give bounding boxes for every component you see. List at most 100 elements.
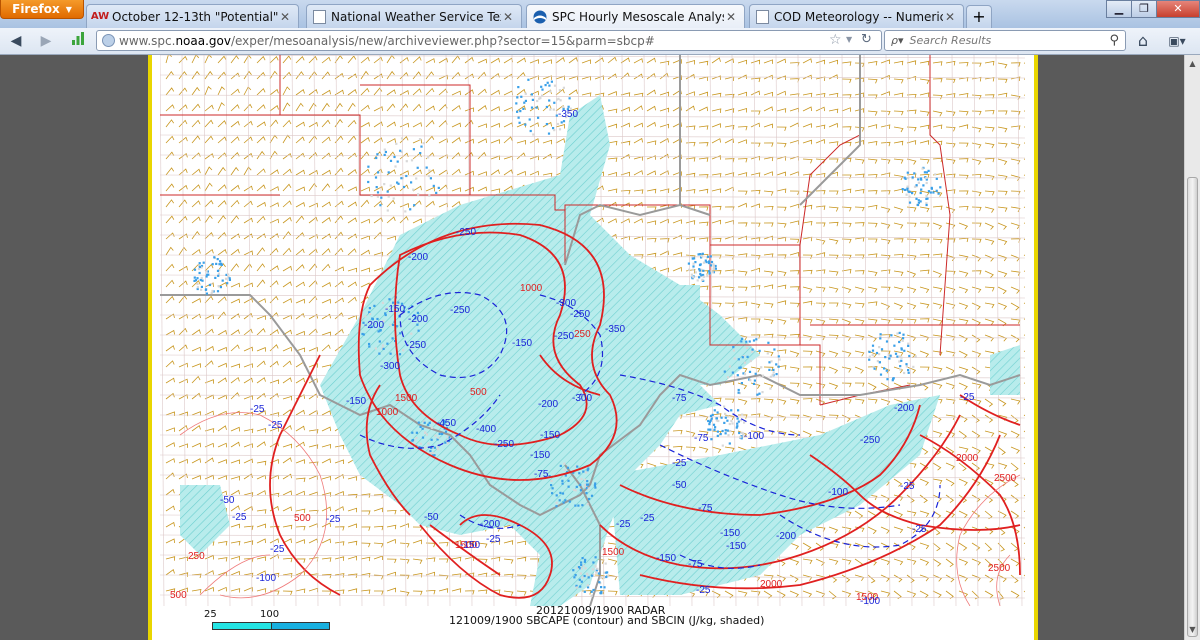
radar-pixel: [524, 123, 527, 126]
cin-contour-label: -400: [476, 424, 496, 435]
cape-contour-label: 250: [188, 551, 205, 562]
radar-pixel: [701, 252, 704, 255]
radar-pixel: [367, 165, 370, 168]
radar-pixel: [574, 489, 577, 492]
radar-pixel: [898, 360, 901, 363]
toolbar-menu-icon[interactable]: ▣▾: [1164, 31, 1190, 51]
radar-pixel: [723, 370, 726, 373]
radar-pixel: [908, 190, 911, 193]
radar-pixel: [694, 271, 697, 274]
close-tab-icon[interactable]: ✕: [943, 10, 957, 24]
cin-contour-label: -200: [408, 252, 428, 263]
radar-pixel: [427, 156, 430, 159]
radar-pixel: [427, 442, 430, 445]
close-tab-icon[interactable]: ✕: [724, 10, 738, 24]
cin-contour-label: -200: [776, 531, 796, 542]
radar-pixel: [907, 371, 910, 374]
radar-pixel: [553, 84, 557, 87]
radar-pixel: [419, 152, 422, 155]
radar-pixel: [217, 272, 220, 275]
radar-pixel: [875, 351, 879, 355]
reload-icon[interactable]: ↻: [861, 32, 872, 47]
chevron-down-icon: ▼: [65, 4, 72, 14]
cin-contour-label: -25: [960, 392, 975, 403]
radar-pixel: [587, 487, 590, 490]
radar-pixel: [393, 155, 396, 159]
radar-pixel: [878, 346, 881, 349]
cape-contour-label: 2000: [760, 579, 783, 590]
firefox-menu-button[interactable]: Firefox ▼: [0, 0, 84, 19]
radar-pixel: [736, 425, 739, 428]
radar-pixel: [420, 145, 423, 148]
radar-pixel: [447, 442, 450, 445]
forward-arrow-icon[interactable]: ▶: [36, 31, 56, 51]
dropdown-arrow-icon[interactable]: ▼: [846, 35, 852, 44]
radar-pixel: [383, 183, 386, 186]
cin-contour-label: -450: [436, 418, 456, 429]
tab-aw-forum[interactable]: AW October 12-13th "Potential" Severe O.…: [86, 4, 299, 28]
scroll-up-arrow-icon[interactable]: ▲: [1187, 59, 1198, 71]
minimize-button[interactable]: ▁: [1106, 0, 1132, 18]
radar-pixel: [376, 153, 379, 156]
radar-pixel: [912, 365, 915, 368]
radar-pixel: [210, 291, 213, 295]
radar-pixel: [564, 499, 567, 502]
radar-pixel: [593, 484, 596, 487]
radar-pixel: [216, 290, 220, 293]
radar-pixel: [568, 500, 571, 503]
map-caption-fields: 121009/1900 SBCAPE (contour) and SBCIN (…: [449, 614, 765, 627]
radar-pixel: [399, 149, 402, 152]
bookmark-star-icon[interactable]: ☆: [829, 32, 842, 48]
radar-pixel: [917, 181, 920, 184]
search-icon[interactable]: ⚲: [1109, 33, 1119, 48]
radar-pixel: [367, 180, 370, 184]
radar-pixel: [419, 442, 422, 445]
scroll-down-arrow-icon[interactable]: ▼: [1187, 625, 1198, 637]
radar-pixel: [547, 132, 551, 135]
tab-title: National Weather Service Text Produc...: [331, 9, 501, 24]
radar-pixel: [373, 304, 376, 307]
mesoanalysis-map: 1000 1500 500 500 250 2000 1500 2000 2500 2500 250…: [160, 55, 1025, 606]
radar-pixel: [579, 572, 582, 575]
back-arrow-icon[interactable]: ◀: [6, 31, 26, 51]
scroll-thumb[interactable]: [1187, 177, 1198, 637]
radar-pixel: [559, 491, 562, 494]
radar-pixel: [516, 96, 519, 99]
maximize-button[interactable]: ❐: [1131, 0, 1157, 18]
cin-contour-label: -75: [698, 503, 713, 514]
radar-pixel: [415, 431, 418, 434]
radar-pixel: [708, 270, 711, 273]
new-tab-button[interactable]: +: [966, 5, 992, 28]
radar-pixel: [573, 576, 576, 579]
cin-contour-label: -300: [380, 361, 400, 372]
radar-pixel: [871, 349, 875, 352]
url-bar[interactable]: www.spc.noaa.gov/exper/mesoanalysis/new/…: [96, 30, 882, 51]
tab-nws-text[interactable]: National Weather Service Text Produc... …: [306, 4, 522, 28]
radar-pixel: [885, 369, 888, 372]
search-engine-icon[interactable]: ρ▾: [891, 34, 904, 47]
vertical-scrollbar[interactable]: ▲ ▼: [1184, 55, 1200, 640]
close-tab-icon[interactable]: ✕: [278, 10, 292, 24]
search-bar[interactable]: ρ▾ Search Results ⚲: [884, 30, 1126, 51]
tab-cod-meteorology[interactable]: COD Meteorology -- Numerical Mod... ✕: [749, 4, 964, 28]
radar-pixel: [710, 438, 713, 441]
radar-pixel: [437, 436, 440, 439]
radar-pixel: [908, 354, 911, 358]
radar-pixel: [193, 279, 196, 282]
cin-contour-label: -75: [688, 559, 703, 570]
close-tab-icon[interactable]: ✕: [501, 10, 515, 24]
radar-pixel: [901, 188, 904, 191]
radar-pixel: [692, 268, 695, 271]
radar-pixel: [405, 174, 408, 178]
radar-pixel: [555, 505, 558, 508]
close-window-button[interactable]: ✕: [1156, 0, 1200, 18]
radar-pixel: [707, 428, 710, 431]
radar-pixel: [217, 274, 220, 277]
radar-pixel: [746, 346, 749, 349]
radar-pixel: [585, 492, 588, 495]
radar-pixel: [920, 188, 923, 191]
home-icon[interactable]: ⌂: [1133, 31, 1153, 51]
tab-spc-mesoanalysis[interactable]: SPC Hourly Mesoscale Analysis - Arc... ✕: [526, 4, 745, 28]
radar-pixel: [541, 88, 544, 91]
radar-pixel: [710, 260, 714, 264]
